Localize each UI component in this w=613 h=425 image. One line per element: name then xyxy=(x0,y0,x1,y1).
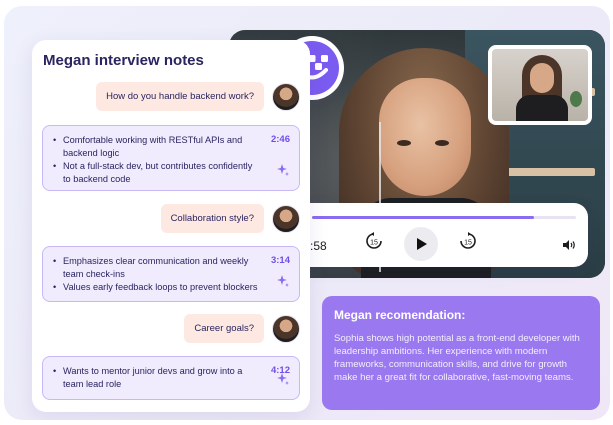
question-bubble: How do you handle backend work? xyxy=(96,82,264,111)
sparkle-icon[interactable] xyxy=(276,274,290,293)
volume-icon[interactable] xyxy=(562,237,576,255)
sparkle-icon[interactable] xyxy=(276,163,290,182)
answer-bullet: Not a full-stack dev, but contributes co… xyxy=(53,160,259,186)
timestamp-link[interactable]: 2:46 xyxy=(271,134,290,145)
app-stage: :58 15 15 Megan interview notes How do y… xyxy=(4,6,610,420)
forward-15-icon[interactable]: 15 xyxy=(458,231,478,256)
forward-label: 15 xyxy=(464,240,472,247)
pip-face xyxy=(530,63,554,93)
play-icon xyxy=(417,238,427,250)
recommendation-title: Megan recomendation: xyxy=(334,308,466,322)
eye xyxy=(397,140,411,146)
notes-title: Megan interview notes xyxy=(43,52,204,69)
progress-track[interactable] xyxy=(312,216,576,219)
sparkle-icon[interactable] xyxy=(276,372,290,391)
answer-bullet: Values early feedback loops to prevent b… xyxy=(53,281,259,294)
interview-notes-panel: Megan interview notes How do you handle … xyxy=(32,40,310,412)
answer-bullet: Wants to mentor junior devs and grow int… xyxy=(53,365,259,391)
question-row: Career goals? xyxy=(184,314,300,343)
recommendation-card: Megan recomendation: Sophia shows high p… xyxy=(322,296,600,410)
current-time: :58 xyxy=(310,239,327,253)
progress-fill xyxy=(312,216,534,219)
timestamp-link[interactable]: 3:14 xyxy=(271,255,290,266)
pip-body xyxy=(516,95,568,121)
question-row: Collaboration style? xyxy=(160,204,300,233)
question-bubble: Collaboration style? xyxy=(160,204,264,233)
avatar xyxy=(272,82,300,111)
question-row: How do you handle backend work? xyxy=(96,82,300,111)
answer-card[interactable]: Wants to mentor junior devs and grow int… xyxy=(42,356,300,400)
pip-plant xyxy=(570,91,582,107)
answer-bullet: Emphasizes clear communication and weekl… xyxy=(53,255,259,281)
rewind-15-icon[interactable]: 15 xyxy=(364,231,384,256)
face xyxy=(379,78,471,196)
rewind-label: 15 xyxy=(370,240,378,247)
play-button[interactable] xyxy=(404,227,438,261)
eye xyxy=(435,140,449,146)
avatar xyxy=(272,204,300,233)
avatar xyxy=(272,314,300,343)
answer-bullet: Comfortable working with RESTful APIs an… xyxy=(53,134,259,160)
recommendation-body: Sophia shows high potential as a front-e… xyxy=(334,333,580,383)
answer-card[interactable]: Emphasizes clear communication and weekl… xyxy=(42,246,300,302)
self-view-video[interactable] xyxy=(488,45,592,125)
question-bubble: Career goals? xyxy=(184,314,264,343)
video-player-controls: :58 15 15 xyxy=(300,203,588,267)
answer-card[interactable]: Comfortable working with RESTful APIs an… xyxy=(42,125,300,191)
